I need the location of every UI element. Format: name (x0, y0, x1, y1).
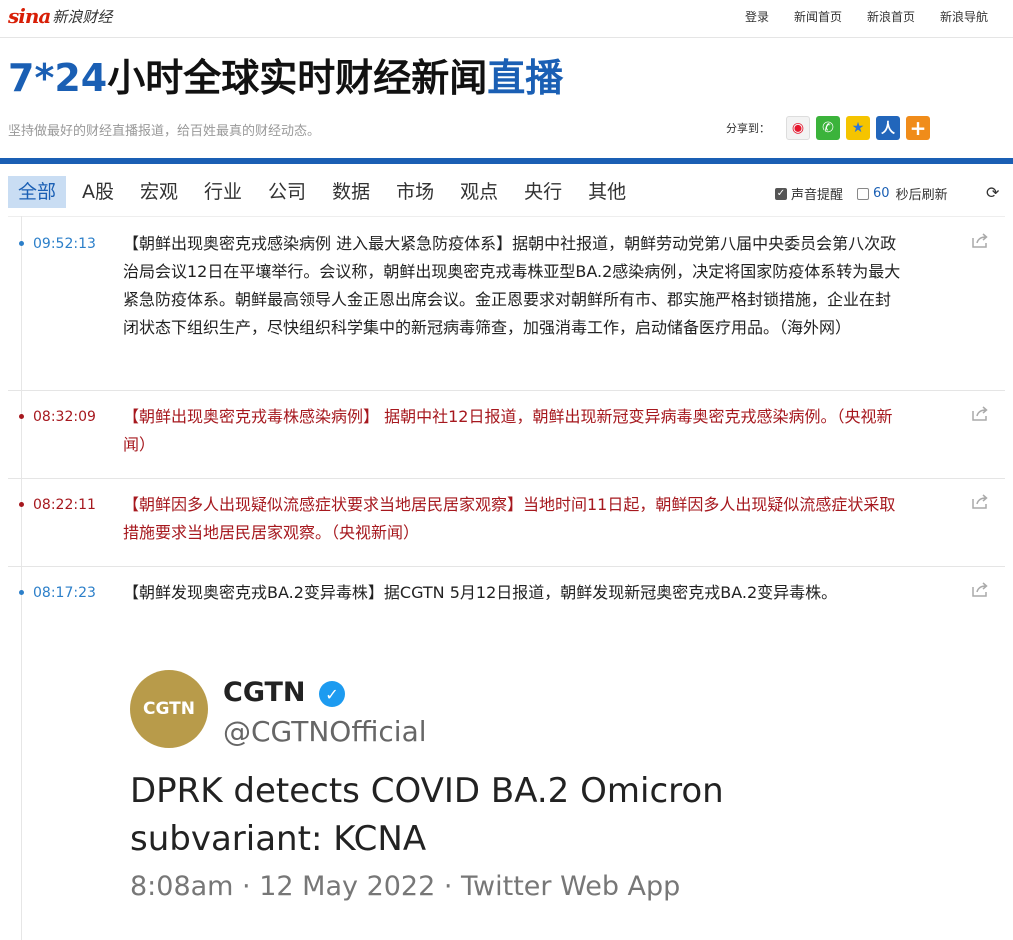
timeline-dot (19, 502, 24, 507)
site-logo[interactable]: sina 新浪财经 (8, 5, 112, 27)
category-tabs: 全部 A股 宏观 行业 公司 数据 市场 观点 央行 其他 (8, 176, 642, 208)
timeline-dot (19, 241, 24, 246)
top-links: 登录 新闻首页 新浪首页 新浪导航 (720, 8, 988, 25)
tab-all[interactable]: 全部 (8, 176, 67, 208)
feed-options: ✓ 声音提醒 60 秒后刷新 (775, 184, 948, 203)
news-text: 【朝鲜发现奥密克戎BA.2变异毒株】据CGTN 5月12日报道，朝鲜发现新冠奥密… (123, 583, 838, 602)
auto-refresh-label: 秒后刷新 (895, 188, 948, 203)
news-time: 08:17:23 (33, 585, 96, 601)
tab-central-bank[interactable]: 央行 (514, 176, 572, 208)
sina-home-link[interactable]: 新浪首页 (867, 8, 915, 25)
refresh-icon[interactable]: ⟳ (986, 183, 999, 202)
news-text: 【朝鲜出现奥密克戎感染病例 进入最大紧急防疫体系】据朝中社报道，朝鲜劳动党第八届… (123, 234, 901, 337)
cgtn-avatar: CGTN (130, 670, 208, 748)
tab-industry[interactable]: 行业 (194, 176, 252, 208)
sound-alert-label: 声音提醒 (791, 188, 844, 203)
weibo-share-icon[interactable]: ◉ (786, 116, 810, 140)
tab-other[interactable]: 其他 (578, 176, 636, 208)
tab-opinion[interactable]: 观点 (450, 176, 508, 208)
share-icon[interactable] (971, 233, 989, 249)
title-part-3: 直播 (487, 56, 564, 100)
tab-a-shares[interactable]: A股 (72, 176, 124, 208)
news-text: 【朝鲜因多人出现疑似流感症状要求当地居民居家观察】当地时间11日起，朝鲜因多人出… (123, 495, 896, 542)
tweet-author-handle: @CGTNOfficial (223, 715, 427, 748)
news-item: 08:17:23 【朝鲜发现奥密克戎BA.2变异毒株】据CGTN 5月12日报道… (8, 579, 1005, 940)
sina-logo: sina (8, 4, 51, 28)
news-item: 08:22:11 【朝鲜因多人出现疑似流感症状要求当地居民居家观察】当地时间11… (8, 491, 1005, 567)
qzone-share-icon[interactable]: ★ (846, 116, 870, 140)
share-icon[interactable] (971, 494, 989, 510)
share-label: 分享到： (726, 122, 770, 135)
tweet-text: DPRK detects COVID BA.2 Omicron subvaria… (130, 771, 724, 859)
top-bar: sina 新浪财经 登录 新闻首页 新浪首页 新浪导航 (0, 0, 1013, 38)
tab-macro[interactable]: 宏观 (130, 176, 188, 208)
tab-data[interactable]: 数据 (322, 176, 380, 208)
share-icon[interactable] (971, 406, 989, 422)
news-time: 08:22:11 (33, 497, 96, 513)
refresh-seconds: 60 (873, 186, 890, 201)
timeline-dot (19, 414, 24, 419)
sina-nav-link[interactable]: 新浪导航 (940, 8, 988, 25)
tweet-image[interactable]: CGTN CGTN ✓ @CGTNOfficial DPRK detects C… (123, 657, 743, 937)
news-item: 08:32:09 【朝鲜出现奥密克戎毒株感染病例】 据朝中社12日报道，朝鲜出现… (8, 403, 1005, 479)
auto-refresh-checkbox[interactable] (857, 187, 870, 200)
news-text: 【朝鲜出现奥密克戎毒株感染病例】 据朝中社12日报道，朝鲜出现新冠变异病毒奥密克… (123, 407, 893, 454)
timeline-dot (19, 590, 24, 595)
share-icon[interactable] (971, 582, 989, 598)
title-part-2: 小时全球实时财经新闻 (107, 56, 488, 100)
tweet-meta: 8:08am · 12 May 2022 · Twitter Web App (130, 871, 681, 902)
renren-share-icon[interactable]: 人 (876, 116, 900, 140)
news-item: 09:52:13 【朝鲜出现奥密克戎感染病例 进入最大紧急防疫体系】据朝中社报道… (8, 230, 1005, 391)
tab-market[interactable]: 市场 (386, 176, 444, 208)
wechat-share-icon[interactable]: ✆ (816, 116, 840, 140)
title-part-1: 7*24 (8, 56, 108, 100)
login-link[interactable]: 登录 (745, 8, 769, 25)
sound-alert-checkbox[interactable]: ✓ (775, 187, 787, 200)
page-subtitle: 坚持做最好的财经直播报道，给百姓最真的财经动态。 (8, 124, 321, 139)
share-bar: 分享到： ◉ ✆ ★ 人 + (726, 116, 936, 140)
tweet-author-name: CGTN (223, 677, 306, 708)
more-share-icon[interactable]: + (906, 116, 930, 140)
news-time: 09:52:13 (33, 236, 96, 252)
header-divider (0, 158, 1013, 164)
page-title: 7*24小时全球实时财经新闻直播 (8, 52, 563, 104)
tabs-divider (8, 216, 1005, 217)
tab-company[interactable]: 公司 (258, 176, 316, 208)
news-time: 08:32:09 (33, 409, 96, 425)
verified-badge-icon: ✓ (319, 681, 345, 707)
news-home-link[interactable]: 新闻首页 (794, 8, 842, 25)
logo-channel-name: 新浪财经 (52, 8, 113, 26)
